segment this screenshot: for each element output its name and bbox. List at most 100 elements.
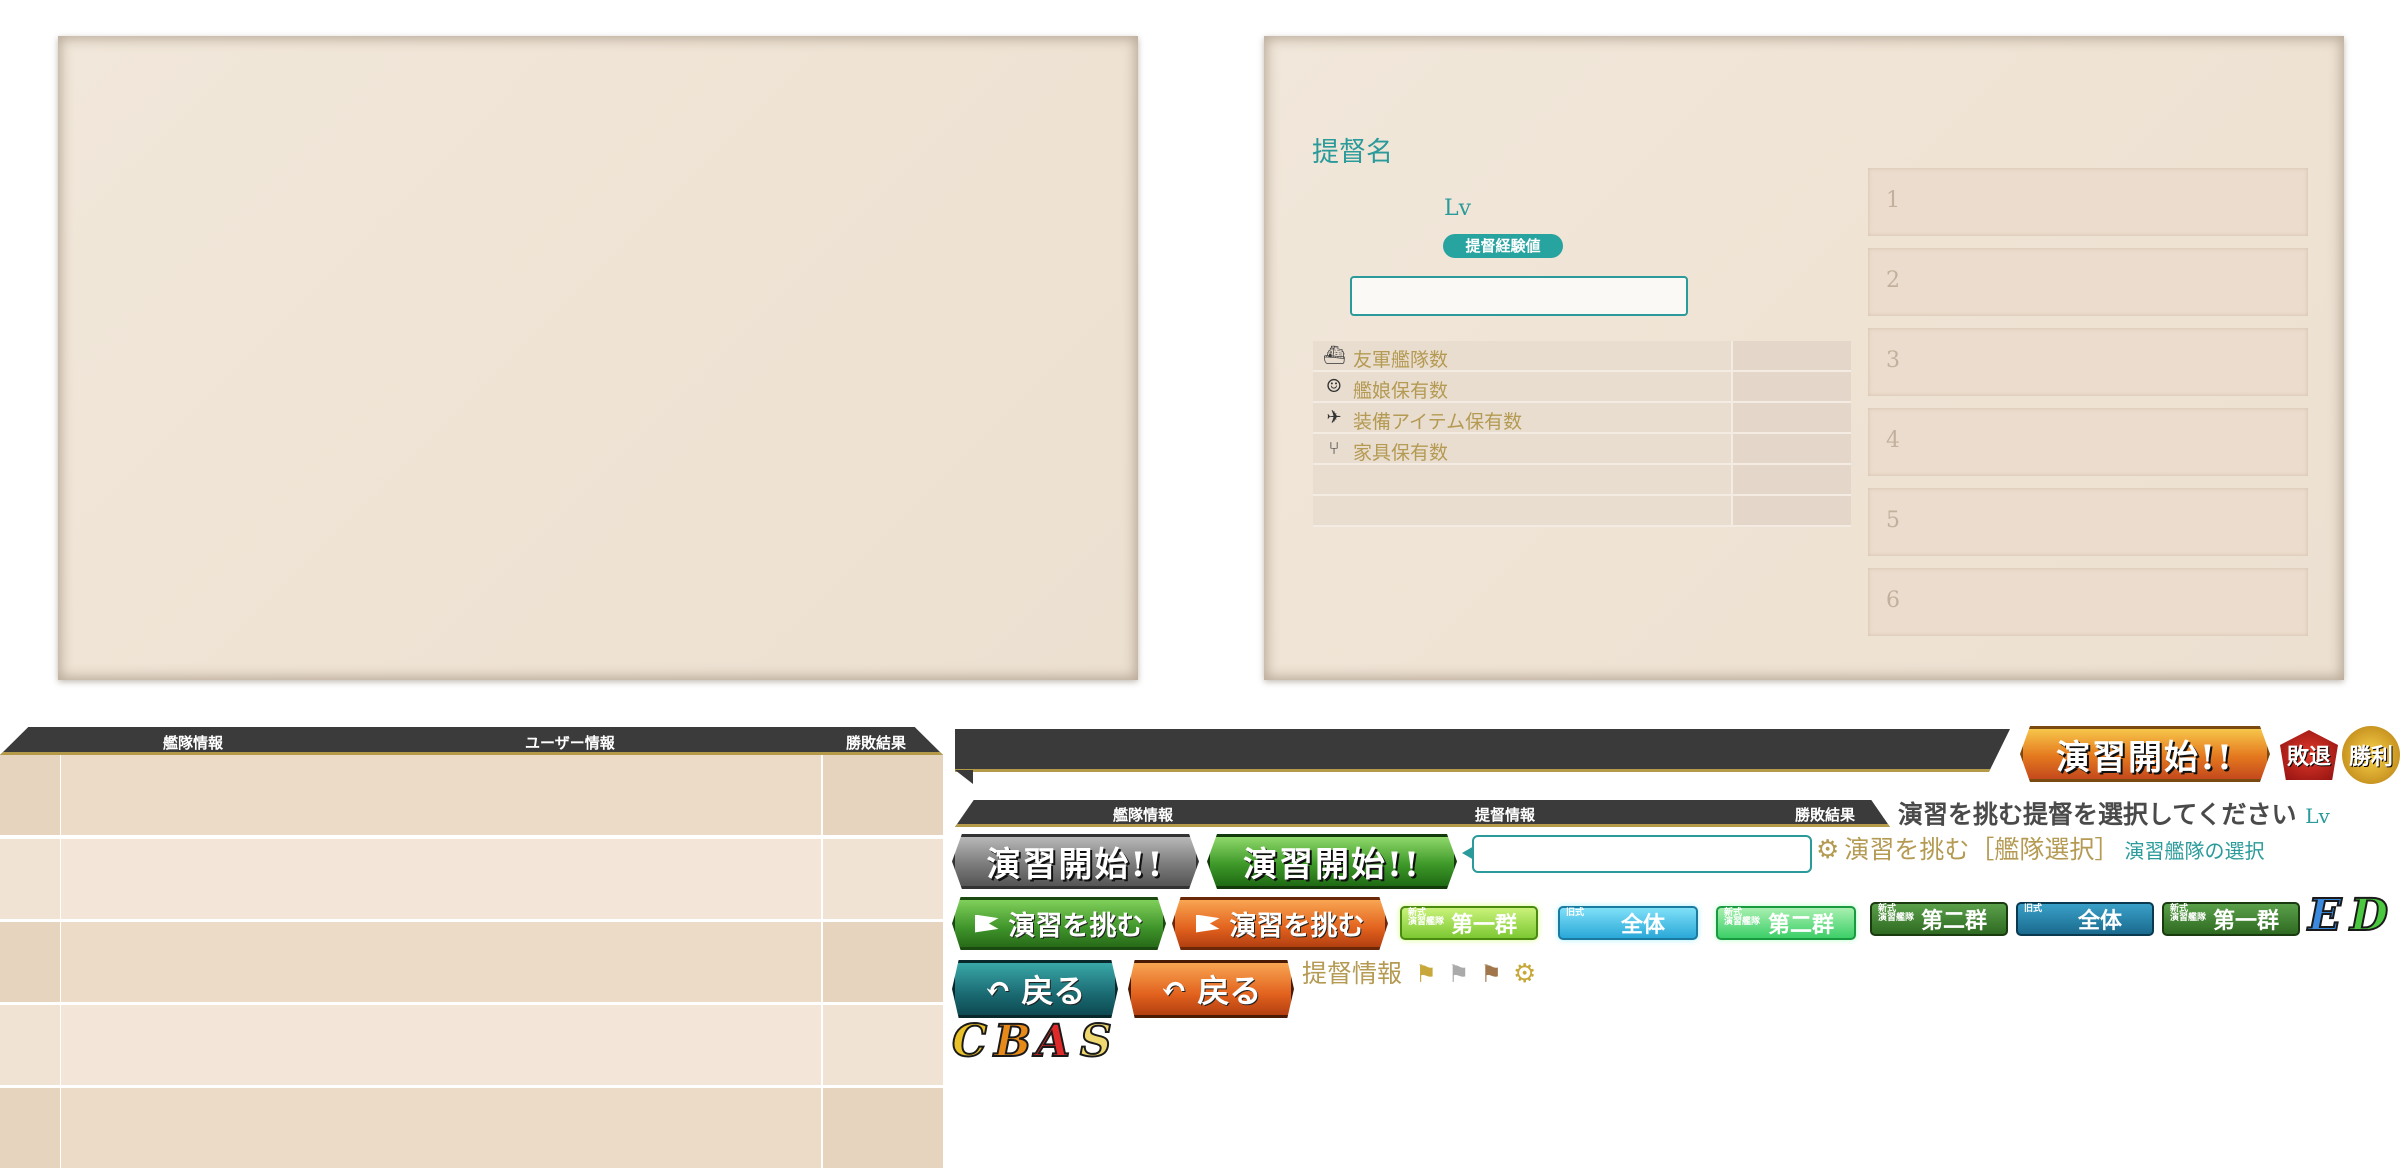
rival-row[interactable] [0,755,943,835]
fleet-button-new-second[interactable]: 新式 演習艦隊 第二群 [1716,906,1856,940]
flag-bronze-icon: ⚑ [1480,960,1502,988]
stat-value-empty [1731,465,1851,494]
gear-icon: ⚙ [1816,835,1840,865]
fleet-button-label: 第二群 [1920,908,1987,934]
gear-icon: ⚙ [1512,959,1537,989]
rival-row[interactable] [0,1005,943,1085]
start-practice-label: 演習開始!! [2056,737,2234,778]
back-arrow-icon: ↶ [1160,970,1188,1008]
fleet-slot: 5 [1868,488,2308,556]
rank-letter-c: C [951,1015,988,1068]
challenge-button-green[interactable]: 演習を挑む [952,897,1166,950]
stat-label-furniture: 家具保有数 [1353,442,1449,464]
fleet-button-tag: 新式 演習艦隊 [1408,908,1445,927]
rival-row[interactable] [0,839,943,919]
admiral-exp-badge: 提督経験値 [1443,234,1563,258]
start-practice-active-label: 演習開始!! [1243,845,1421,885]
fleet-slot-number: 4 [1886,428,1900,453]
back-orange-label: 戻る [1197,972,1262,1010]
fleet-button-tag: 旧式 [2024,904,2043,914]
stat-row-empty [1313,496,1851,527]
start-practice-button-active[interactable]: 演習開始!! [1207,834,1457,889]
fleet-button-label: 第二群 [1767,912,1834,938]
flag-icon [1195,914,1220,933]
stat-value-shipgirls [1731,372,1851,401]
admiral-info-row: 提督情報 ⚑ ⚑ ⚑ ⚙ [1302,954,1536,990]
challenge-orange-label: 演習を挑む [1229,911,1365,942]
fleet-button-label: 第一群 [2212,908,2279,934]
admiral-comment-field[interactable] [1350,276,1688,316]
challenge-fleet-heading: ⚙ 演習を挑む［艦隊選択］ 演習艦隊の選択 [1816,830,2265,866]
fleet-slot-number: 3 [1886,348,1900,373]
fleet-slot-number: 1 [1886,188,1900,213]
fleet-slot: 3 [1868,328,2308,396]
start-practice-disabled-label: 演習開始!! [986,845,1165,885]
stat-label-fleets: 友軍艦隊数 [1353,349,1449,371]
challenge-button-orange[interactable]: 演習を挑む [1172,897,1388,950]
fleet-slot: 2 [1868,248,2308,316]
rank-letter-a: A [1035,1015,1071,1068]
flag-gold-icon: ⚑ [1415,960,1437,988]
header-fleet-info: 艦隊情報 [163,734,224,752]
stat-value-furniture [1731,434,1851,463]
practice-fleet-select-label: 演習艦隊の選択 [2124,839,2265,863]
rank-letter-d: D [2349,889,2389,942]
header-user-info: ユーザー情報 [525,734,615,752]
fleet-slot-number: 6 [1886,588,1900,613]
challenge-green-label: 演習を挑む [1008,911,1144,942]
flag-silver-icon: ⚑ [1447,960,1470,988]
fleet-button-tag: 新式 演習艦隊 [2170,904,2207,923]
fleet-button-label: 全体 [2077,908,2122,934]
victory-badge: 勝利 [2342,726,2400,784]
stat-value-equipment [1731,403,1851,432]
fleet-button-tag: 新式 演習艦隊 [1724,908,1761,927]
header-result: 勝敗結果 [1795,806,1856,824]
defeat-badge: 敗退 [2280,730,2338,780]
admiral-name-title: 提督名 [1312,137,1393,168]
banner-tail [955,770,973,784]
start-practice-button[interactable]: 演習開始!! [2020,726,2270,782]
select-admiral-text: 演習を挑む提督を選択してください Lv [1898,795,2330,831]
fleet-slot-number: 5 [1886,508,1900,533]
rival-list-header: 艦隊情報 ユーザー情報 勝敗結果 [0,727,943,755]
stat-value-fleets [1731,341,1851,370]
stat-row-shipgirls: ☺ 艦娘保有数 [1313,372,1851,403]
admiral-exp-badge-label: 提督経験値 [1465,237,1541,255]
back-button-teal[interactable]: ↶ 戻る [952,960,1118,1018]
rival-row[interactable] [0,922,943,1002]
fleet-slot: 4 [1868,408,2308,476]
stat-row-equipment: ✈ 装備アイテム保有数 [1313,403,1851,434]
back-button-orange[interactable]: ↶ 戻る [1128,960,1294,1018]
select-admiral-lv: Lv [2305,804,2330,828]
rival-row[interactable] [0,1088,943,1168]
victory-badge-label: 勝利 [2348,744,2393,770]
fleet-button-tag: 旧式 [1566,908,1585,918]
fleet-button-old-all[interactable]: 旧式 全体 [1558,906,1698,940]
stat-label-shipgirls: 艦娘保有数 [1353,380,1449,402]
rank-letter-e: E [2307,889,2343,942]
stat-row-furniture: ⑂ 家具保有数 [1313,434,1851,465]
start-practice-button-disabled[interactable]: 演習開始!! [952,834,1199,889]
back-teal-label: 戻る [1021,972,1086,1010]
fleet-icon: ⛴ [1323,345,1346,366]
fleet-button-new-second-dark[interactable]: 新式 演習艦隊 第二群 [1870,902,2008,936]
fleet-slot: 6 [1868,568,2308,636]
fleet-button-new-first[interactable]: 新式 演習艦隊 第一群 [1400,906,1538,940]
shipgirl-icon: ☺ [1325,376,1343,397]
fleet-button-label: 全体 [1620,912,1665,938]
fleet-button-label: 第一群 [1450,912,1517,938]
select-admiral-label: 演習を挑む提督を選択してください [1898,800,2297,829]
admiral-level-label: Lv [1444,196,1472,221]
fleet-button-new-first-dark[interactable]: 新式 演習艦隊 第一群 [2162,902,2300,936]
header-admiral-info: 提督情報 [1475,806,1536,824]
equipment-icon: ✈ [1326,407,1342,428]
fleet-button-tag: 新式 演習艦隊 [1878,904,1915,923]
defeat-badge-label: 敗退 [2286,744,2331,770]
stat-row-empty [1313,465,1851,496]
fleet-button-old-all-dark[interactable]: 旧式 全体 [2016,902,2154,936]
banner-bar [955,729,2010,772]
flag-icon [974,914,999,933]
stat-row-fleets: ⛴ 友軍艦隊数 [1313,341,1851,372]
furniture-icon: ⑂ [1328,438,1340,459]
admiral-info-label: 提督情報 [1302,959,1403,988]
